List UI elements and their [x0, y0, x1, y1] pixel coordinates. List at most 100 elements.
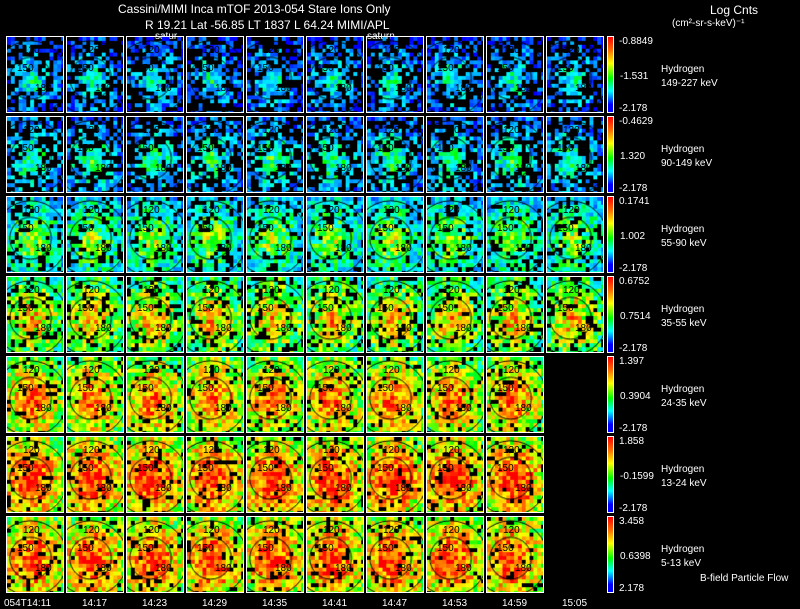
energy-label: 149-227 keV: [661, 78, 718, 89]
contour-label: 120: [23, 525, 40, 536]
contour-label: 150: [77, 303, 94, 314]
contour-label: 180: [395, 83, 412, 94]
contour-label: 120: [143, 45, 160, 56]
contour-label: 150: [77, 383, 94, 394]
contour-label: 120: [503, 285, 520, 296]
contour-label: 120: [443, 205, 460, 216]
contour-label: 150: [197, 383, 214, 394]
contour-label: 150: [317, 303, 334, 314]
contour-label: 120: [443, 45, 460, 56]
contour-label: 150: [497, 63, 514, 74]
contour-label: 120: [263, 365, 280, 376]
heatmap-panel: 120 150 180: [426, 516, 484, 593]
contour-label: 120: [383, 365, 400, 376]
time-tick-label: 14:17: [82, 598, 108, 609]
legend-units: (cm²-sr-s-keV)⁻¹: [672, 18, 745, 29]
contour-label: 180: [215, 163, 232, 174]
heatmap-panel: 120 150 180: [6, 356, 64, 433]
contour-label: 150: [437, 223, 454, 234]
contour-label: 150: [317, 463, 334, 474]
colorbar: [607, 516, 614, 593]
contour-label: 180: [515, 403, 532, 414]
contour-label: 120: [83, 365, 100, 376]
contour-label: 150: [557, 303, 574, 314]
heatmap-panel: 120 150 180: [126, 36, 184, 113]
contour-label: 150: [257, 303, 274, 314]
contour-label: 180: [95, 403, 112, 414]
colorbar: [607, 356, 614, 433]
colorbar: [607, 436, 614, 513]
contour-label: 120: [323, 525, 340, 536]
contour-label: 180: [575, 163, 592, 174]
contour-label: 120: [503, 45, 520, 56]
contour-label: 180: [35, 483, 52, 494]
contour-label: 180: [215, 323, 232, 334]
contour-label: 180: [515, 163, 532, 174]
heatmap-panel: 120 150 180: [6, 36, 64, 113]
heatmap-panel: 120 150 180: [546, 36, 604, 113]
chart-title: Cassini/MIMI Inca mTOF 2013-054 Stare Io…: [118, 2, 391, 16]
energy-label: 55-90 keV: [661, 238, 707, 249]
heatmap-panel: 120 150 180: [306, 436, 364, 513]
contour-label: 120: [383, 285, 400, 296]
heatmap-panel: 120 150 180: [366, 276, 424, 353]
heatmap-panel: 120 150 180: [246, 36, 304, 113]
heatmap-panel: 120 150 180: [186, 516, 244, 593]
contour-label: 180: [455, 563, 472, 574]
contour-label: 150: [197, 543, 214, 554]
contour-label: 180: [215, 243, 232, 254]
contour-label: 120: [143, 285, 160, 296]
contour-label: 180: [275, 243, 292, 254]
contour-label: 120: [143, 125, 160, 136]
contour-label: 180: [155, 403, 172, 414]
contour-label: 150: [77, 143, 94, 154]
contour-label: 150: [257, 63, 274, 74]
contour-label: 180: [95, 243, 112, 254]
colorbar-min-label: -2.178: [619, 503, 648, 514]
contour-label: 180: [35, 403, 52, 414]
contour-label: 150: [377, 303, 394, 314]
contour-label: 150: [377, 63, 394, 74]
contour-label: 120: [563, 45, 580, 56]
contour-label: 150: [437, 463, 454, 474]
contour-label: 120: [443, 365, 460, 376]
contour-label: 120: [323, 205, 340, 216]
contour-label: 120: [83, 525, 100, 536]
heatmap-panel: 120 150 180: [6, 516, 64, 593]
contour-label: 150: [77, 543, 94, 554]
contour-label: 180: [35, 163, 52, 174]
contour-label: 150: [437, 143, 454, 154]
contour-label: 120: [203, 205, 220, 216]
contour-label: 150: [77, 63, 94, 74]
colorbar-mid-label: 1.320: [620, 151, 646, 162]
contour-label: 120: [83, 445, 100, 456]
contour-label: 150: [197, 143, 214, 154]
contour-label: 150: [17, 143, 34, 154]
energy-label: 5-13 keV: [661, 558, 702, 569]
heatmap-panel: 120 150 180: [126, 356, 184, 433]
contour-label: 120: [323, 125, 340, 136]
heatmap-panel: 120 150 180: [366, 116, 424, 193]
contour-label: 120: [383, 45, 400, 56]
species-label: Hydrogen: [661, 304, 705, 315]
contour-label: 180: [455, 483, 472, 494]
contour-label: 150: [437, 303, 454, 314]
contour-label: 120: [143, 525, 160, 536]
heatmap-panel: 120 150 180: [186, 116, 244, 193]
colorbar-min-label: -2.178: [619, 103, 648, 114]
contour-label: 180: [455, 83, 472, 94]
contour-label: 150: [137, 463, 154, 474]
heatmap-panel: 120 150 180: [486, 356, 544, 433]
heatmap-panel: 120 150 180: [126, 196, 184, 273]
colorbar-min-label: -2.178: [619, 343, 648, 354]
heatmap-panel: 120 150 180: [246, 196, 304, 273]
contour-label: 120: [323, 285, 340, 296]
contour-label: 150: [377, 463, 394, 474]
contour-label: 120: [23, 365, 40, 376]
contour-label: 180: [395, 243, 412, 254]
orbit-info: R 19.21 Lat -56.85 LT 1837 L 64.24 MIMI/…: [145, 18, 390, 32]
contour-label: 180: [155, 563, 172, 574]
colorbar-min-label: 2.178: [619, 583, 645, 594]
legend-title: Log Cnts: [710, 3, 759, 17]
contour-label: 180: [95, 323, 112, 334]
